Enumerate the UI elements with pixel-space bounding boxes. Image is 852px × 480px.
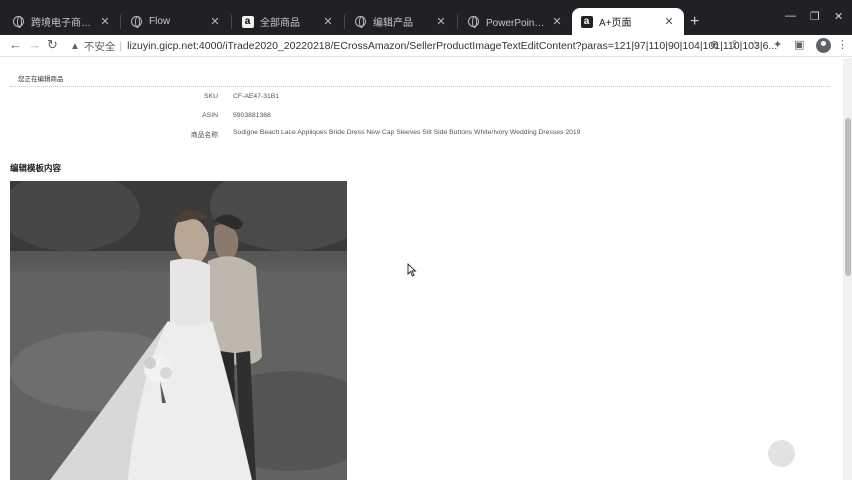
warning-icon: ▲ <box>70 40 80 52</box>
new-tab-icon[interactable]: + <box>690 13 699 31</box>
zoom-icon[interactable]: ⊕ <box>710 38 719 51</box>
cursor-arrow-shape <box>407 262 417 277</box>
tab-title: Flow <box>149 16 171 27</box>
globe-icon <box>12 15 25 28</box>
wedding-photo-illustration <box>10 181 347 480</box>
tab-flow[interactable]: Flow ✕ <box>122 8 230 35</box>
url-text: lizuyin.gicp.net:4000/iTrade2020_2022021… <box>127 40 778 52</box>
breadcrumb: 您正在编辑商品 <box>18 76 64 83</box>
tab-all-products[interactable]: a 全部商品 ✕ <box>233 8 343 35</box>
share-icon[interactable]: ⇪ <box>730 38 739 51</box>
reload-icon[interactable]: ↻ <box>47 37 58 53</box>
close-icon[interactable]: ✕ <box>662 15 676 28</box>
floating-action-button[interactable] <box>768 440 795 467</box>
forward-arrow-icon[interactable]: → <box>28 37 41 52</box>
sku-label: SKU <box>204 93 218 100</box>
tab-title: A+页面 <box>599 18 632 29</box>
back-arrow-icon[interactable]: ← <box>9 37 22 52</box>
close-icon[interactable]: ✕ <box>434 15 448 28</box>
globe-icon <box>467 15 480 28</box>
tab-edit-product[interactable]: 编辑产品 ✕ <box>346 8 456 35</box>
amazon-icon: a <box>580 15 593 28</box>
close-icon[interactable]: ✕ <box>550 15 564 28</box>
product-image <box>10 181 347 480</box>
extensions-icon[interactable]: ✦ <box>773 38 782 51</box>
browser-toolbar: ← → ↻ ▲ 不安全 | lizuyin.gicp.net:4000/iTra… <box>0 35 852 57</box>
side-panel-icon[interactable]: ▣ <box>794 38 804 51</box>
mouse-cursor-icon <box>407 262 417 282</box>
close-icon[interactable]: ✕ <box>98 15 112 28</box>
globe-icon <box>354 15 367 28</box>
tab-divider <box>120 15 121 29</box>
breadcrumb-bar: 您正在编辑商品 <box>10 69 830 87</box>
tab-title: 全部商品 <box>260 18 300 29</box>
globe-icon <box>130 15 143 28</box>
tab-divider <box>231 15 232 29</box>
tab-title: PowerPoint 演示文稿 <box>486 18 546 29</box>
close-icon[interactable]: ✕ <box>321 15 335 28</box>
asin-label: ASIN <box>202 112 218 119</box>
tab-aplus-page[interactable]: a A+页面 ✕ <box>572 8 684 35</box>
amazon-icon: a <box>241 15 254 28</box>
restore-icon[interactable]: ❐ <box>810 10 820 23</box>
security-label: 不安全 <box>83 40 116 53</box>
tab-powerpoint[interactable]: PowerPoint 演示文稿 ✕ <box>459 8 572 35</box>
minimize-icon[interactable]: — <box>785 10 796 22</box>
asin-value: 5903881368 <box>233 112 271 119</box>
page-content: 您正在编辑商品 SKU CF-AE47-31B1 ASIN 5903881368… <box>0 58 843 480</box>
sku-value: CF-AE47-31B1 <box>233 93 280 100</box>
tab-title: 编辑产品 <box>373 18 413 29</box>
section-title: 编辑模板内容 <box>10 163 62 173</box>
window-close-icon[interactable]: ✕ <box>834 10 843 23</box>
page-scrollbar-thumb[interactable] <box>845 118 851 276</box>
profile-avatar-icon[interactable] <box>816 38 831 53</box>
close-icon[interactable]: ✕ <box>208 15 222 28</box>
product-name-value: Sodigne Beach Lace Appliques Bride Dress… <box>233 129 581 136</box>
product-name-label: 商品名称 <box>190 132 218 139</box>
tab-divider <box>457 15 458 29</box>
address-divider: | <box>119 40 123 52</box>
menu-icon[interactable]: ⋮ <box>837 38 848 51</box>
browser-tab-strip: 跨境电子商务实训平... ✕ Flow ✕ a 全部商品 ✕ 编辑产品 ✕ Po… <box>0 0 852 35</box>
address-bar[interactable]: ▲ 不安全 | lizuyin.gicp.net:4000/iTrade2020… <box>70 36 777 56</box>
tab-divider <box>344 15 345 29</box>
bookmark-star-icon[interactable]: ☆ <box>750 38 760 51</box>
tab-title: 跨境电子商务实训平... <box>31 18 94 29</box>
tab-training-platform[interactable]: 跨境电子商务实训平... ✕ <box>4 8 120 35</box>
